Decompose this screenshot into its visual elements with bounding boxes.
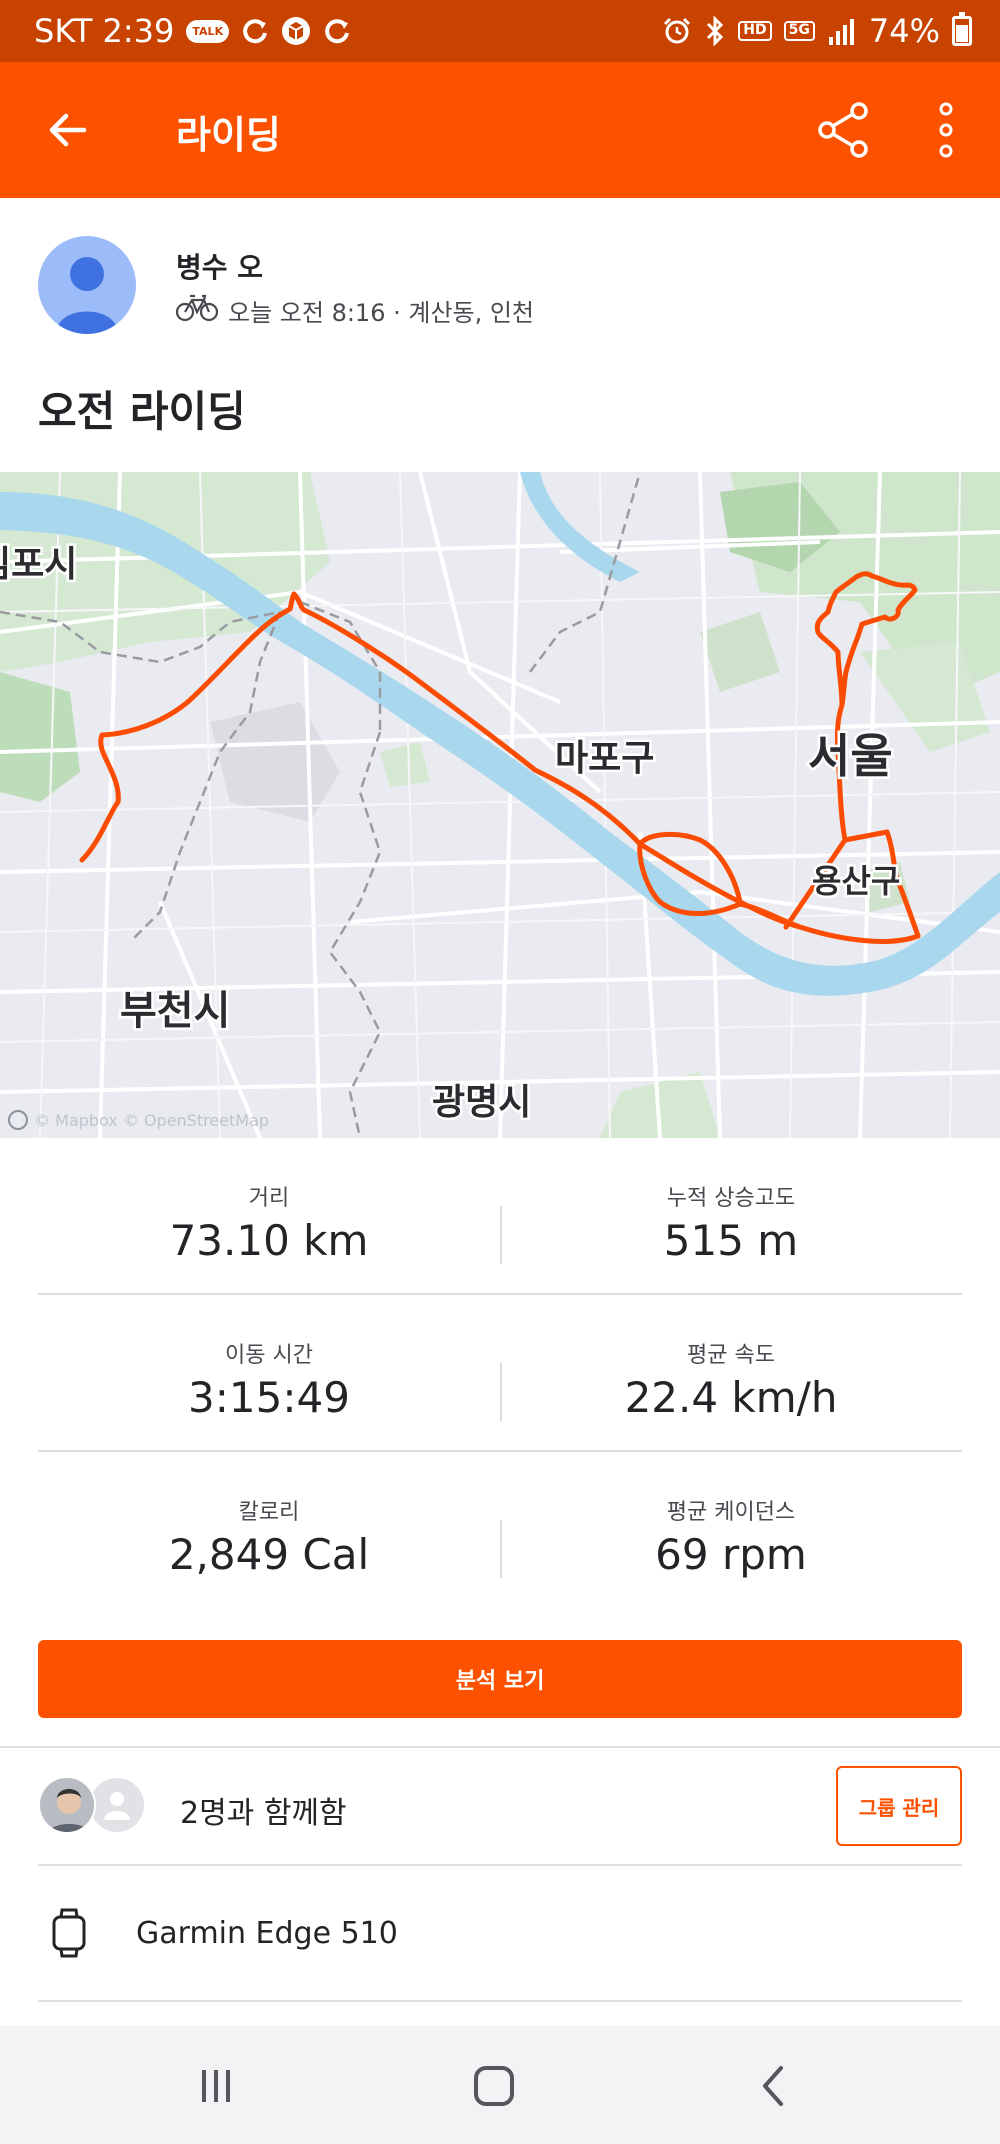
- stat-elevation-gain: 누적 상승고도 515 m: [500, 1138, 962, 1293]
- stat-value: 69 rpm: [655, 1530, 807, 1579]
- stat-average-cadence: 평균 케이던스 69 rpm: [500, 1452, 962, 1609]
- map-credit[interactable]: © Mapbox © OpenStreetMap: [8, 1110, 269, 1130]
- battery-percent: 74%: [868, 12, 940, 50]
- divider: [38, 2000, 962, 2002]
- stat-label: 평균 케이던스: [666, 1500, 796, 1525]
- stat-label: 이동 시간: [225, 1343, 313, 1368]
- stat-row: 거리 73.10 km 누적 상승고도 515 m: [38, 1138, 962, 1295]
- box-icon: [281, 16, 311, 46]
- activity-meta: 오늘 오전 8:16 · 계산동, 인천: [175, 292, 535, 328]
- map-canvas: 김포시 마포구 서울 용산구 부천시 광명시: [0, 472, 1000, 1138]
- person-icon: [104, 1792, 130, 1820]
- map-credit-text: © Mapbox © OpenStreetMap: [34, 1110, 270, 1130]
- bluetooth-icon: [704, 16, 726, 46]
- home-icon[interactable]: [454, 2056, 534, 2116]
- alarm-icon: [662, 16, 692, 46]
- status-bar: SKT 2:39 TALK HD 5G 74%: [0, 0, 1000, 62]
- stat-moving-time: 이동 시간 3:15:49: [38, 1295, 500, 1450]
- sync-icon: [241, 17, 269, 45]
- hd-voice-icon: HD: [738, 21, 772, 41]
- back-icon[interactable]: [734, 2056, 814, 2116]
- map-label-gwangmyeong: 광명시: [432, 1082, 531, 1123]
- device-name: Garmin Edge 510: [136, 1916, 398, 1951]
- stat-value: 22.4 km/h: [624, 1373, 838, 1422]
- stat-label: 누적 상승고도: [666, 1186, 796, 1211]
- network-badge-text: 5G: [783, 21, 815, 41]
- stat-value: 3:15:49: [188, 1373, 350, 1422]
- talk-badge-text: TALK: [186, 19, 230, 43]
- stat-value: 73.10 km: [169, 1216, 369, 1265]
- back-arrow-icon[interactable]: [40, 102, 96, 158]
- group-text: 2명과 함께함: [180, 1796, 347, 1831]
- stat-divider: [500, 1363, 502, 1421]
- recent-apps-icon[interactable]: [176, 2056, 256, 2116]
- stat-distance: 거리 73.10 km: [38, 1138, 500, 1293]
- person-icon: [56, 257, 118, 334]
- group-row[interactable]: 2명과 함께함 그룹 관리: [0, 1748, 1000, 1864]
- map-label-seoul: 서울: [808, 729, 893, 783]
- app-bar: 라이딩: [0, 62, 1000, 198]
- map-label-gimpo: 김포시: [0, 544, 77, 585]
- route-map[interactable]: 김포시 마포구 서울 용산구 부천시 광명시 © Mapbox © OpenSt…: [0, 472, 1000, 1138]
- view-analysis-button[interactable]: 분석 보기: [38, 1640, 962, 1718]
- stat-average-speed: 평균 속도 22.4 km/h: [500, 1295, 962, 1450]
- avatar[interactable]: [38, 236, 136, 334]
- page-title: 라이딩: [176, 113, 281, 157]
- stat-label: 칼로리: [238, 1500, 300, 1525]
- signal-icon: [827, 17, 857, 45]
- manage-group-button[interactable]: 그룹 관리: [836, 1766, 962, 1846]
- more-vertical-icon[interactable]: [922, 98, 970, 162]
- system-nav-bar: [0, 2026, 1000, 2144]
- 5g-icon: 5G: [783, 21, 815, 41]
- hd-badge-text: HD: [738, 21, 772, 41]
- group-member-avatar-placeholder[interactable]: [88, 1776, 146, 1834]
- sync-icon-2: [323, 17, 351, 45]
- stat-divider: [500, 1206, 502, 1264]
- mapbox-logo-icon: [8, 1110, 28, 1130]
- share-icon[interactable]: [812, 98, 876, 162]
- watch-icon: [52, 1908, 86, 1958]
- stat-row: 이동 시간 3:15:49 평균 속도 22.4 km/h: [38, 1295, 962, 1452]
- stat-divider: [500, 1520, 502, 1578]
- stat-label: 평균 속도: [687, 1343, 775, 1368]
- group-member-avatar[interactable]: [38, 1776, 96, 1834]
- activity-stats: 거리 73.10 km 누적 상승고도 515 m 이동 시간 3:15:49 …: [38, 1138, 962, 1609]
- map-label-mapo: 마포구: [555, 738, 654, 779]
- map-label-yongsan: 용산구: [812, 862, 900, 900]
- bike-icon: [175, 292, 219, 328]
- stat-row: 칼로리 2,849 Cal 평균 케이던스 69 rpm: [38, 1452, 962, 1609]
- stat-label: 거리: [248, 1186, 290, 1211]
- athlete-name[interactable]: 병수 오: [176, 246, 263, 286]
- person-photo-icon: [40, 1778, 94, 1832]
- map-label-bucheon: 부천시: [120, 988, 230, 1034]
- activity-meta-text: 오늘 오전 8:16 · 계산동, 인천: [228, 298, 535, 327]
- battery-icon: [952, 12, 972, 46]
- stat-calories: 칼로리 2,849 Cal: [38, 1452, 500, 1609]
- stat-value: 2,849 Cal: [168, 1530, 370, 1579]
- activity-title: 오전 라이딩: [38, 387, 246, 436]
- device-row[interactable]: Garmin Edge 510: [0, 1866, 1000, 1998]
- stat-value: 515 m: [663, 1216, 799, 1265]
- carrier-time: SKT 2:39: [34, 12, 175, 50]
- talk-icon: TALK: [186, 19, 230, 43]
